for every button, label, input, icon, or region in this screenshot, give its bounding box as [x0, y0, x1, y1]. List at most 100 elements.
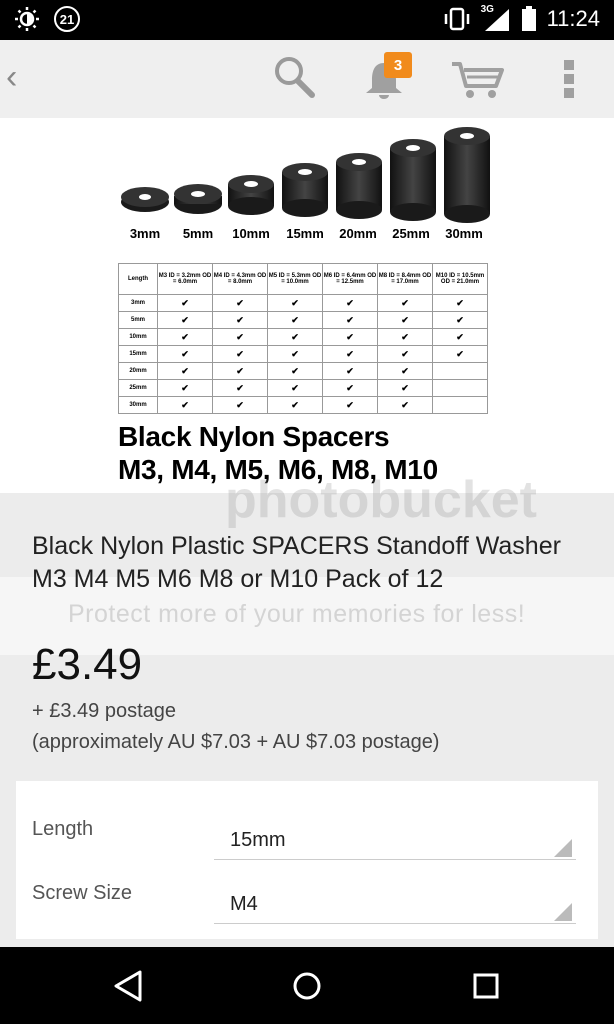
size-label: 3mm: [129, 226, 161, 241]
spacers-photo: [121, 127, 490, 223]
table-cell-check: ✔: [212, 294, 268, 312]
vibrate-icon: [444, 7, 469, 31]
dropdown-arrow-icon: [554, 903, 572, 921]
table-cell-check: ✔: [377, 311, 433, 329]
status-bar: 21 3G 11:24: [0, 0, 614, 40]
table-cell-check: ✔: [267, 311, 323, 329]
table-cell-check: ✔: [157, 362, 213, 380]
table-row: 3mm ✔ ✔ ✔ ✔ ✔ ✔: [118, 294, 488, 312]
table-cell-check: ✔: [322, 396, 378, 414]
table-cell-check: ✔: [267, 345, 323, 363]
notification-count-icon: 21: [54, 6, 80, 32]
home-nav-icon[interactable]: [291, 969, 323, 1003]
table-cell-check: ✔: [157, 379, 213, 397]
table-cell-check: ✔: [432, 294, 488, 312]
table-cell-check: ✔: [322, 294, 378, 312]
table-cell-check: ✔: [377, 328, 433, 346]
table-cell-check: ✔: [267, 362, 323, 380]
table-cell-length: 20mm: [118, 362, 158, 380]
table-cell-check: [432, 379, 488, 397]
product-image[interactable]: 3mm 5mm 10mm 15mm 20mm 25mm 30mm Length …: [0, 118, 614, 493]
length-value: 15mm: [230, 829, 286, 851]
table-cell-check: ✔: [212, 311, 268, 329]
notification-badge: 3: [384, 52, 412, 78]
table-cell-check: ✔: [322, 328, 378, 346]
table-cell-check: ✔: [212, 379, 268, 397]
app-bar: ‹ 3: [0, 40, 614, 119]
table-cell-check: ✔: [157, 294, 213, 312]
watermark-logo: photobucket: [225, 471, 537, 529]
table-cell-check: ✔: [157, 345, 213, 363]
table-header: M6 ID = 6.4mm OD = 12.5mm: [322, 263, 378, 295]
table-cell-check: ✔: [377, 294, 433, 312]
table-row: 30mm ✔ ✔ ✔ ✔ ✔: [118, 396, 488, 414]
table-cell-check: ✔: [212, 345, 268, 363]
table-header: M3 ID = 3.2mm OD = 6.0mm: [157, 263, 213, 295]
table-cell-check: ✔: [157, 396, 213, 414]
size-label: 15mm: [286, 226, 324, 241]
table-row: 5mm ✔ ✔ ✔ ✔ ✔ ✔: [118, 311, 488, 329]
search-icon[interactable]: [272, 54, 316, 100]
table-cell-length: 30mm: [118, 396, 158, 414]
overflow-menu-icon[interactable]: [562, 58, 576, 100]
table-header: M5 ID = 5.3mm OD = 10.0mm: [267, 263, 323, 295]
length-label: Length: [32, 818, 94, 840]
size-label: 25mm: [392, 226, 430, 241]
table-cell-length: 3mm: [118, 294, 158, 312]
cart-icon[interactable]: [450, 60, 504, 100]
table-cell-check: ✔: [157, 311, 213, 329]
table-cell-check: ✔: [377, 396, 433, 414]
table-cell-check: [432, 362, 488, 380]
table-cell-check: ✔: [267, 294, 323, 312]
table-cell-check: ✔: [377, 379, 433, 397]
table-row: 10mm ✔ ✔ ✔ ✔ ✔ ✔: [118, 328, 488, 346]
length-select[interactable]: 15mm: [214, 821, 576, 860]
table-cell-check: ✔: [322, 311, 378, 329]
table-cell-check: ✔: [432, 345, 488, 363]
table-cell-length: 15mm: [118, 345, 158, 363]
table-header: M4 ID = 4.3mm OD = 8.0mm: [212, 263, 268, 295]
price: £3.49: [32, 640, 143, 689]
table-cell-check: ✔: [377, 362, 433, 380]
image-title-line: Black Nylon Spacers: [118, 421, 390, 452]
table-row: 20mm ✔ ✔ ✔ ✔ ✔: [118, 362, 488, 380]
table-header: M10 ID = 10.5mm OD = 21.0mm: [432, 263, 488, 295]
recents-nav-icon[interactable]: [470, 969, 502, 1003]
brightness-icon: [15, 7, 39, 31]
table-row: 25mm ✔ ✔ ✔ ✔ ✔: [118, 379, 488, 397]
spec-table: Length M3 ID = 3.2mm OD = 6.0mm M4 ID = …: [118, 263, 488, 414]
options-card: Length 15mm Screw Size M4: [16, 781, 598, 939]
back-nav-icon[interactable]: [112, 969, 144, 1003]
table-cell-check: ✔: [212, 362, 268, 380]
table-cell-check: ✔: [212, 328, 268, 346]
product-title: Black Nylon Plastic SPACERS Standoff Was…: [32, 532, 561, 593]
screw-size-label: Screw Size: [32, 882, 133, 904]
postage: + £3.49 postage: [32, 700, 177, 722]
back-button[interactable]: ‹: [6, 58, 17, 97]
size-label: 20mm: [339, 226, 377, 241]
table-cell-length: 25mm: [118, 379, 158, 397]
watermark-text: Protect more of your memories for less!: [68, 600, 526, 628]
dropdown-arrow-icon: [554, 839, 572, 857]
battery-icon: [521, 6, 536, 31]
size-label: 10mm: [232, 226, 270, 241]
table-cell-check: ✔: [322, 379, 378, 397]
navigation-bar: [0, 947, 614, 1024]
table-cell-length: 5mm: [118, 311, 158, 329]
table-cell-check: ✔: [267, 396, 323, 414]
table-cell-check: ✔: [212, 396, 268, 414]
table-cell-check: ✔: [377, 345, 433, 363]
table-cell-check: ✔: [157, 328, 213, 346]
screw-size-value: M4: [230, 893, 258, 915]
table-header: Length: [118, 263, 158, 295]
table-cell-check: ✔: [432, 311, 488, 329]
table-cell-check: [432, 396, 488, 414]
signal-icon: 3G: [481, 4, 511, 33]
screw-size-select[interactable]: M4: [214, 885, 576, 924]
clock: 11:24: [546, 6, 600, 31]
table-cell-check: ✔: [322, 345, 378, 363]
table-header: M8 ID = 8.4mm OD = 17.0mm: [377, 263, 433, 295]
table-cell-check: ✔: [322, 362, 378, 380]
size-label: 5mm: [182, 226, 214, 241]
table-row: 15mm ✔ ✔ ✔ ✔ ✔ ✔: [118, 345, 488, 363]
